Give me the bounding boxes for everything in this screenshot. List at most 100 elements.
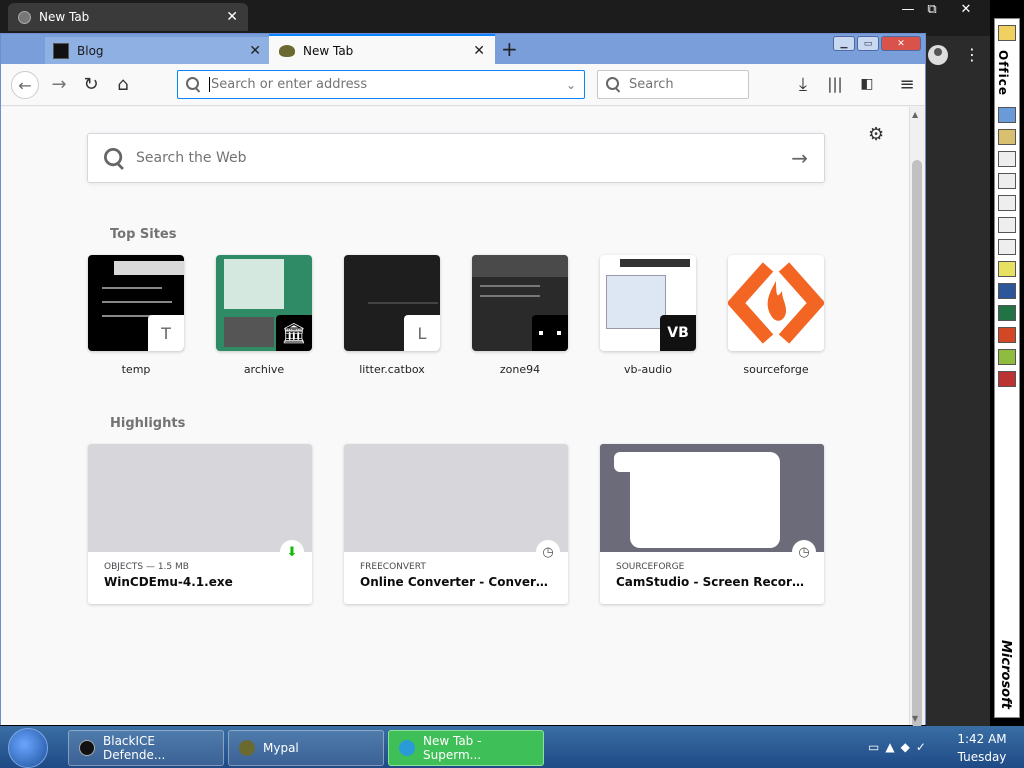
top-site-tile[interactable]: sourceforge [728, 255, 824, 376]
hamburger-icon: ≡ [899, 73, 915, 95]
site-thumbnail [472, 255, 568, 351]
site-badge: T [148, 315, 184, 351]
project-icon[interactable] [998, 349, 1016, 365]
top-site-tile[interactable]: 🏛 archive [216, 255, 312, 376]
clock-icon: ◷ [536, 540, 560, 564]
excel-icon[interactable] [998, 305, 1016, 321]
calendar-icon[interactable] [998, 173, 1016, 189]
close-icon[interactable]: ✕ [249, 43, 261, 59]
security-icon[interactable]: ✓ [916, 740, 926, 754]
menu-button[interactable]: ≡ [895, 72, 919, 96]
tab-new-tab[interactable]: New Tab ✕ [269, 34, 495, 65]
chrome-tab-title: New Tab [39, 10, 90, 24]
taskbar-item-blackice[interactable]: BlackICE Defende... [68, 730, 224, 766]
arrow-right-icon[interactable]: → [791, 146, 808, 170]
maximize-button[interactable]: ⧉ [918, 0, 946, 18]
site-label: vb-audio [624, 363, 672, 376]
search-input[interactable]: Search [629, 77, 674, 92]
word-icon[interactable] [998, 283, 1016, 299]
site-label: archive [243, 363, 285, 376]
site-label: sourceforge [743, 363, 809, 376]
sourceforge-logo-icon [728, 262, 824, 344]
top-site-tile[interactable]: T temp [88, 255, 184, 376]
scroll-down-arrow[interactable]: ▼ [912, 714, 918, 723]
library-icon: ||| [827, 75, 843, 93]
library-button[interactable]: ||| [823, 72, 847, 96]
access-icon[interactable] [998, 371, 1016, 387]
keyboard-icon[interactable]: ▭ [868, 740, 879, 754]
zone94-dots-icon [532, 315, 568, 351]
show-hidden-icons-icon[interactable]: ▲ [885, 740, 894, 754]
close-window-button[interactable]: ✕ [881, 36, 921, 51]
download-icon: ⤓ [799, 73, 807, 95]
new-tab-plus-icon[interactable]: + [501, 37, 518, 61]
archive-building-icon: 🏛 [276, 315, 312, 351]
new-document-icon[interactable] [998, 107, 1016, 123]
microsoft-label: Microsoft [998, 640, 1013, 709]
clock[interactable]: 1:42 AM Tuesday [940, 730, 1024, 766]
contact-icon[interactable] [998, 217, 1016, 233]
close-icon[interactable]: ✕ [226, 9, 238, 25]
search-icon [186, 77, 201, 92]
site-thumbnail: L [344, 255, 440, 351]
highlight-title: WinCDEmu-4.1.exe [104, 575, 233, 589]
network-icon[interactable]: ◆ [901, 740, 910, 754]
web-search-input[interactable]: Search the Web [136, 150, 247, 166]
blackice-icon [79, 740, 95, 756]
web-search-box[interactable]: Search the Web → [87, 133, 825, 183]
tab-label: Blog [77, 43, 104, 58]
highlight-title: CamStudio - Screen Recorder d... [616, 575, 824, 589]
scroll-up-arrow[interactable]: ▲ [912, 110, 918, 119]
forward-arrow-icon: → [51, 73, 67, 95]
highlight-card[interactable]: ◷ FREECONVERT Online Converter - Convert… [344, 444, 568, 604]
restore-button[interactable]: ▭ [857, 36, 879, 51]
open-document-icon[interactable] [998, 129, 1016, 145]
search-bar[interactable]: Search [597, 70, 749, 99]
taskbar-item-new-tab[interactable]: New Tab - Superm... [388, 730, 544, 766]
tab-blog[interactable]: Blog ✕ [45, 37, 269, 64]
journal-icon[interactable] [998, 239, 1016, 255]
office-label: Office [996, 50, 1010, 97]
menu-dots-icon[interactable]: ⋮ [964, 45, 980, 65]
forward-button[interactable]: → [47, 72, 71, 96]
top-sites-heading: Top Sites [110, 227, 177, 242]
top-site-tile[interactable]: VB vb-audio [600, 255, 696, 376]
site-thumbnail: VB [600, 255, 696, 351]
system-tray: ▭ ▲ ◆ ✓ [868, 732, 940, 762]
reload-button[interactable]: ↻ [79, 72, 103, 96]
taskbar-item-mypal[interactable]: Mypal [228, 730, 384, 766]
url-bar[interactable]: Search or enter address ⌄ [177, 70, 585, 99]
scrollbar-thumb[interactable] [912, 160, 922, 728]
minimize-button[interactable]: ▁ [833, 36, 855, 51]
note-icon[interactable] [998, 261, 1016, 277]
highlight-image: ◷ [600, 444, 824, 564]
home-icon: ⌂ [117, 73, 129, 95]
url-input[interactable]: Search or enter address [209, 77, 367, 92]
highlight-meta: FREECONVERT [360, 562, 426, 572]
close-icon[interactable]: ✕ [473, 43, 485, 59]
top-site-tile[interactable]: zone94 [472, 255, 568, 376]
avatar[interactable] [928, 45, 948, 65]
chevron-down-icon[interactable]: ⌄ [566, 78, 576, 92]
gear-icon[interactable]: ⚙ [868, 124, 884, 145]
highlight-card[interactable]: ◷ SOURCEFORGE CamStudio - Screen Recorde… [600, 444, 824, 604]
start-button[interactable] [8, 728, 48, 768]
highlight-card[interactable]: ⬇ OBJECTS — 1.5 MB WinCDEmu-4.1.exe [88, 444, 312, 604]
site-badge: L [404, 315, 440, 351]
chrome-tab[interactable]: New Tab ✕ [8, 3, 248, 31]
reload-icon: ↻ [83, 73, 99, 95]
back-button[interactable]: ← [11, 71, 39, 99]
folder-icon[interactable] [998, 25, 1016, 41]
site-label: litter.catbox [359, 363, 425, 376]
task-icon[interactable] [998, 195, 1016, 211]
highlights-heading: Highlights [110, 416, 186, 431]
top-site-tile[interactable]: L litter.catbox [344, 255, 440, 376]
taskbar-item-label: New Tab - Superm... [423, 734, 482, 762]
sidebar-button[interactable]: ◧ [855, 72, 879, 96]
close-window-button[interactable]: ✕ [952, 0, 980, 18]
home-button[interactable]: ⌂ [111, 72, 135, 96]
clock-day: Tuesday [957, 750, 1007, 764]
mail-icon[interactable] [998, 151, 1016, 167]
powerpoint-icon[interactable] [998, 327, 1016, 343]
downloads-button[interactable]: ⤓ [791, 72, 815, 96]
